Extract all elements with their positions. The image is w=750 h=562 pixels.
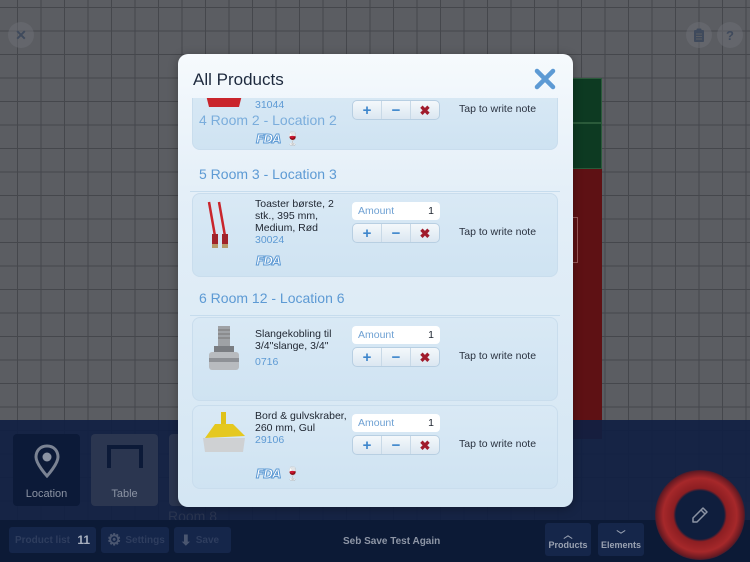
help-icon: ?: [726, 27, 734, 43]
product-image-brush-red: [206, 98, 242, 107]
all-products-dialog: All Products mm, Blød/stiv, Rød 31044 + …: [178, 54, 573, 507]
fda-icon: FDA: [255, 132, 281, 147]
increment-button[interactable]: +: [353, 436, 381, 454]
divider: [190, 315, 560, 316]
product-number: 0716: [255, 356, 279, 368]
certifications: FDA: [255, 254, 281, 269]
product-card: Bord & gulvskraber, 260 mm, Gul 29106 Am…: [192, 405, 558, 489]
product-image-hose-coupling: [209, 326, 239, 370]
product-number: 31044: [255, 99, 285, 111]
increment-button[interactable]: +: [353, 348, 381, 366]
location-pin-icon: [33, 444, 60, 478]
note-field[interactable]: Tap to write note: [459, 226, 536, 238]
section-title: 5 Room 3 - Location 3: [199, 166, 337, 182]
food-safe-icon: 🍷: [284, 131, 301, 146]
product-count-badge: 11: [77, 533, 90, 547]
section-title: 4 Room 2 - Location 2: [199, 112, 337, 128]
elements-label: Elements: [600, 539, 642, 550]
tile-table[interactable]: Table: [91, 434, 158, 506]
amount-input[interactable]: Amount 1: [352, 326, 440, 344]
products-label: Products: [548, 539, 588, 550]
increment-button[interactable]: +: [353, 101, 381, 119]
clipboard-icon: [694, 28, 704, 42]
pencil-icon: [692, 507, 708, 523]
increment-button[interactable]: +: [353, 224, 381, 242]
note-field[interactable]: Tap to write note: [459, 438, 536, 450]
quantity-stepper: + − ✖: [352, 435, 440, 455]
edit-fab-button[interactable]: [655, 470, 745, 560]
project-title: Seb Save Test Again: [343, 536, 441, 547]
tile-label: Location: [25, 488, 68, 500]
product-list-button[interactable]: Product list 11: [9, 527, 96, 553]
product-card: Slangekobling til 3/4"slange, 3/4" 0716 …: [192, 317, 558, 401]
table-icon: [106, 445, 143, 468]
dialog-title: All Products: [193, 70, 284, 89]
close-canvas-button[interactable]: ✕: [8, 22, 34, 48]
tile-location[interactable]: Location: [13, 434, 80, 506]
help-button[interactable]: ?: [717, 22, 743, 48]
save-label: Save: [195, 534, 220, 546]
remove-button[interactable]: ✖: [410, 348, 439, 366]
fda-icon: FDA: [255, 467, 281, 482]
certifications: FDA 🍷: [255, 131, 301, 147]
product-name: Bord & gulvskraber, 260 mm, Gul 29106: [255, 410, 347, 446]
product-name: mm, Blød/stiv, Rød 31044: [255, 98, 347, 111]
section-title: 6 Room 12 - Location 6: [199, 290, 345, 306]
clipboard-button[interactable]: [686, 22, 712, 48]
food-safe-icon: 🍷: [284, 466, 301, 481]
product-card: Toaster børste, 2 stk., 395 mm, Medium, …: [192, 193, 558, 277]
products-toggle-button[interactable]: ︿ Products: [545, 523, 591, 556]
canvas-element-red-room[interactable]: [572, 169, 602, 439]
note-field[interactable]: Tap to write note: [459, 350, 536, 362]
chevron-up-icon: ︿: [563, 529, 573, 540]
quantity-stepper: + − ✖: [352, 100, 440, 120]
note-field[interactable]: Tap to write note: [459, 103, 536, 115]
product-name: Toaster børste, 2 stk., 395 mm, Medium, …: [255, 198, 347, 246]
product-name: Slangekobling til 3/4"slange, 3/4" 0716: [255, 328, 347, 368]
product-image-floor-scraper: [203, 412, 245, 452]
amount-input[interactable]: Amount 1: [352, 202, 440, 220]
quantity-stepper: + − ✖: [352, 347, 440, 367]
chevron-down-icon: ﹀: [616, 529, 626, 540]
amount-input[interactable]: Amount 1: [352, 414, 440, 432]
remove-button[interactable]: ✖: [410, 101, 439, 119]
divider: [190, 191, 560, 192]
gear-icon: ⚙: [107, 532, 122, 549]
decrement-button[interactable]: −: [381, 224, 410, 242]
product-image-toaster-brush: [207, 201, 228, 248]
close-icon[interactable]: [534, 68, 556, 90]
settings-button[interactable]: ⚙ Settings: [101, 527, 169, 553]
download-icon: ⬇: [180, 531, 192, 548]
certifications: FDA 🍷: [255, 466, 301, 482]
tile-label: Table: [111, 488, 138, 500]
products-list[interactable]: mm, Blød/stiv, Rød 31044 + − ✖ Tap to wr…: [178, 98, 573, 507]
remove-button[interactable]: ✖: [410, 436, 439, 454]
product-number: 29106: [255, 434, 285, 446]
fda-icon: FDA: [255, 254, 281, 269]
remove-button[interactable]: ✖: [410, 224, 439, 242]
save-button[interactable]: ⬇ Save: [174, 527, 231, 553]
product-list-label: Product list: [15, 534, 71, 546]
product-number: 30024: [255, 234, 285, 246]
decrement-button[interactable]: −: [381, 348, 410, 366]
settings-label: Settings: [125, 534, 165, 546]
elements-toggle-button[interactable]: ﹀ Elements: [598, 523, 644, 556]
close-icon: ✕: [15, 26, 27, 43]
decrement-button[interactable]: −: [381, 436, 410, 454]
canvas-element-green[interactable]: [572, 123, 602, 169]
quantity-stepper: + − ✖: [352, 223, 440, 243]
canvas-element-green[interactable]: [572, 78, 602, 123]
decrement-button[interactable]: −: [381, 101, 410, 119]
